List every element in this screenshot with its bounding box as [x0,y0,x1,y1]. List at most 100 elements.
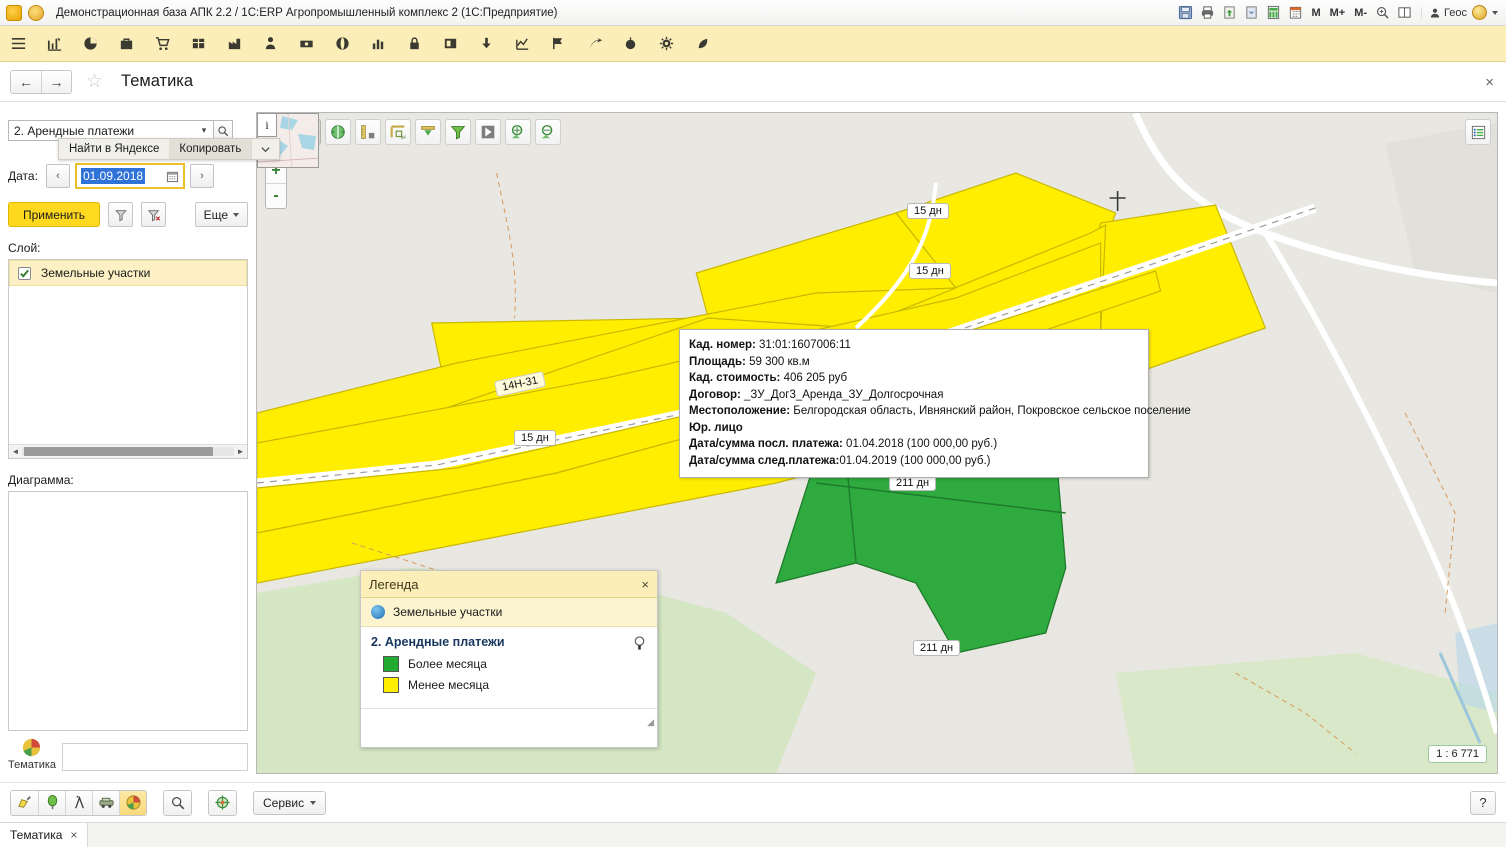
memory-button[interactable]: M [1309,7,1322,19]
user-name: Геос [1444,6,1467,19]
split-window-icon[interactable] [1396,4,1413,21]
scroll-left-icon[interactable]: ◄ [9,447,22,456]
minimap-info-button[interactable]: i [257,113,277,137]
footer-label: Тематика [8,759,57,771]
calendar-icon[interactable] [1287,4,1304,21]
lambda-icon[interactable] [65,790,92,815]
marker-yellow-icon[interactable] [11,790,38,815]
marker-green-icon[interactable] [38,790,65,815]
scroll-right-icon[interactable]: ► [234,447,247,456]
diagram-section-label: Диаграмма: [8,473,74,487]
more-button[interactable]: Еще [194,202,248,227]
warehouse-icon[interactable] [188,34,208,54]
chevron-down-icon[interactable] [1492,10,1498,15]
map-tool-group [10,789,147,816]
legend-item-label: Более месяца [408,657,487,671]
briefcase-icon[interactable] [116,34,136,54]
info-row: Договор: _ЗУ_Дог3_Аренда_ЗУ_Долгосрочная [689,387,1139,404]
chart-growth-icon[interactable] [44,34,64,54]
calculator-icon[interactable] [1265,4,1282,21]
memory-plus-button[interactable]: M+ [1328,7,1348,19]
person-icon[interactable] [260,34,280,54]
filter-set-icon[interactable] [108,202,134,227]
select-polygon-icon[interactable] [475,119,501,145]
parcel-label: 15 дн [514,430,556,446]
measure-area-icon[interactable]: m² [385,119,411,145]
filter-clear-icon[interactable] [141,202,167,227]
layer-list-item[interactable]: Земельные участки [9,260,247,286]
status-indicator-icon[interactable] [1472,5,1487,20]
bar-chart-icon[interactable] [368,34,388,54]
resize-grip-icon[interactable]: ◢ [647,717,654,728]
legend-title-bar[interactable]: Легенда × [361,571,657,598]
thematic-icon[interactable] [119,790,146,815]
stats-icon[interactable] [512,34,532,54]
flag-icon[interactable] [548,34,568,54]
factory-icon[interactable] [224,34,244,54]
star-icon[interactable]: ☆ [86,72,103,91]
lock-icon[interactable] [404,34,424,54]
memory-minus-button[interactable]: M- [1352,7,1369,19]
scrollbar-thumb[interactable] [24,447,213,456]
filter-funnel-icon[interactable] [445,119,471,145]
zoom-to-layer-icon[interactable] [505,119,531,145]
user-account[interactable]: Геос [1421,6,1467,19]
zoom-in-icon[interactable] [1374,4,1391,21]
date-next-button[interactable]: › [190,164,214,188]
magnifier-icon[interactable] [164,790,191,815]
layer-list-icon[interactable] [1465,119,1491,145]
date-prev-button[interactable]: ‹ [46,164,70,188]
car-icon[interactable] [92,790,119,815]
layer-list-scrollbar[interactable]: ◄ ► [9,444,247,458]
pie-clock-icon[interactable] [80,34,100,54]
close-icon[interactable]: × [70,828,77,842]
apply-button[interactable]: Применить [8,202,101,227]
lightbulb-icon[interactable] [632,635,647,655]
select-rect-icon[interactable] [415,119,441,145]
money-icon[interactable] [296,34,316,54]
calendar-icon[interactable] [164,168,181,185]
date-value: 01.09.2018 [81,168,146,184]
measure-length-icon[interactable] [355,119,381,145]
layer-checkbox[interactable] [18,266,31,280]
close-icon[interactable]: × [1485,74,1494,91]
taskbar-tab-tematika[interactable]: Тематика × [0,823,89,847]
chevron-down-icon[interactable]: ▾ [197,125,211,136]
gear-icon[interactable] [656,34,676,54]
info-value: 01.04.2018 (100 000,00 руб.) [842,438,998,450]
zoom-out-button[interactable]: - [266,183,286,208]
import-icon[interactable] [1243,4,1260,21]
arrow-icon[interactable] [584,34,604,54]
print-icon[interactable] [1199,4,1216,21]
export-icon[interactable] [1221,4,1238,21]
card-icon[interactable] [440,34,460,54]
legend-window[interactable]: Легенда × Земельные участки 2. Арендные … [360,570,658,748]
menu-icon[interactable] [8,34,28,54]
legend-layer-name: Земельные участки [393,605,503,619]
scrollbar-track[interactable] [22,447,234,456]
service-button[interactable]: Сервис [253,790,327,815]
chevron-down-icon[interactable] [251,139,279,159]
legend-layer-row[interactable]: Земельные участки [361,598,657,627]
download-icon[interactable] [476,34,496,54]
zoom-to-selection-icon[interactable] [535,119,561,145]
cart-icon[interactable] [152,34,172,54]
back-button[interactable]: ← [11,71,41,93]
date-input[interactable]: 01.09.2018 [75,163,185,189]
help-button[interactable]: ? [1470,790,1496,815]
pie-chart-icon[interactable] [21,737,43,759]
chevron-down-icon [233,212,239,217]
help-circle-icon[interactable] [332,34,352,54]
date-label: Дата: [8,169,38,183]
save-icon[interactable] [1177,4,1194,21]
context-menu-item-copy[interactable]: Копировать [169,139,252,159]
forward-button[interactable]: → [41,70,71,93]
pan-icon[interactable] [325,119,351,145]
apple-icon[interactable] [620,34,640,54]
leaf-icon[interactable] [692,34,712,54]
map-canvas[interactable]: m² + - 1 : 6 771 i 15 дн 15 дн 14Н-31 15… [256,112,1498,774]
crosshair-icon[interactable] [209,790,236,815]
parcel-label: 15 дн [909,263,951,279]
context-menu-item-search-yandex[interactable]: Найти в Яндексе [59,139,169,159]
close-icon[interactable]: × [641,577,649,592]
